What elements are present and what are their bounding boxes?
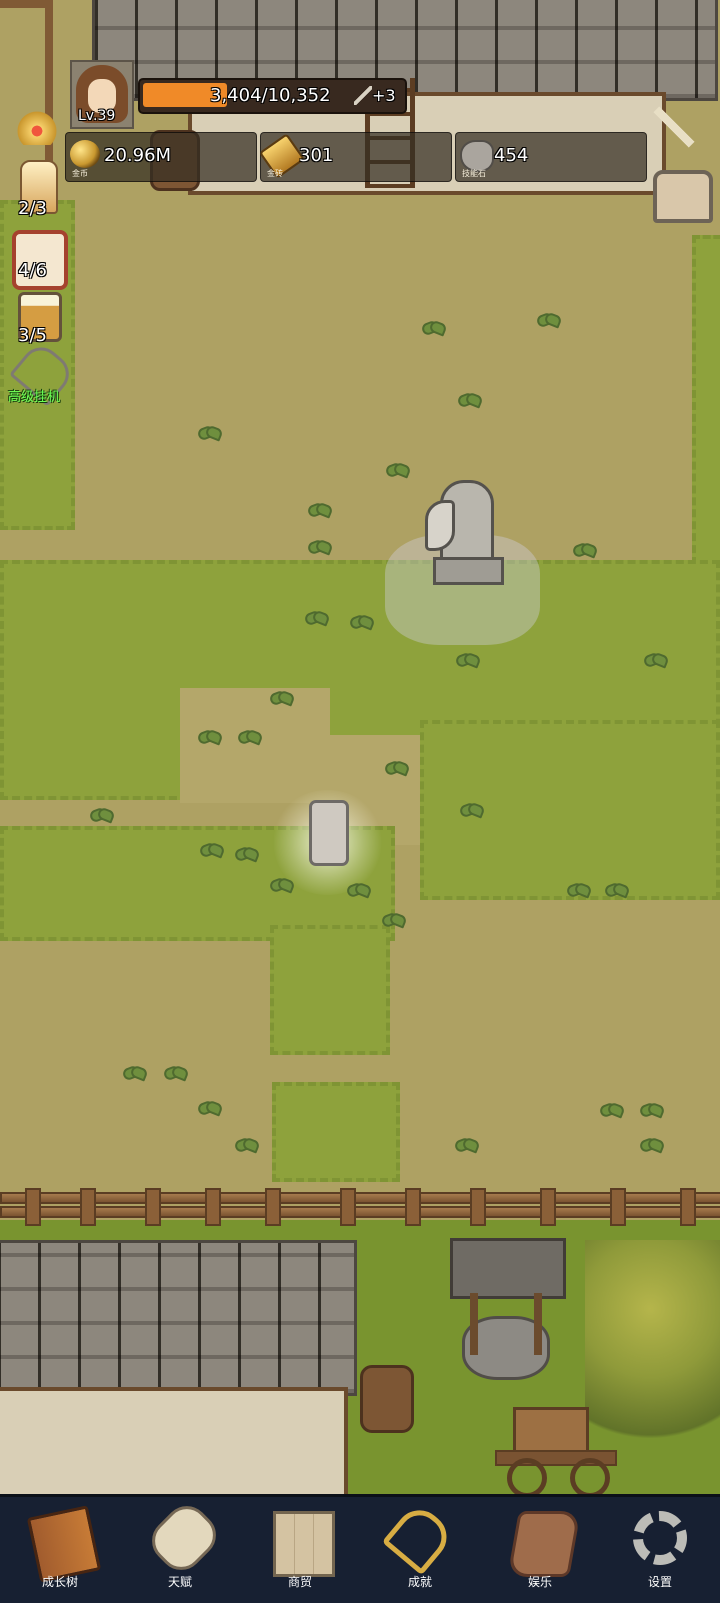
stone-well (450, 1238, 566, 1380)
dirt-path-middle (180, 688, 330, 803)
barrel-bottom-icon (360, 1365, 414, 1433)
nav-achievement[interactable]: 成就 (365, 1497, 475, 1597)
gear-icon (633, 1511, 687, 1565)
xp-text: 3,404/10,352 (210, 85, 331, 106)
gold-brick-resource[interactable]: 301 金砖 (258, 132, 452, 182)
statue-wing (425, 500, 455, 551)
grass-patch-lower (270, 925, 390, 1055)
map-icon (273, 1511, 335, 1577)
nav-settings[interactable]: 设置 (605, 1497, 715, 1597)
cloth-icon (507, 1511, 581, 1577)
nav-label-achievement: 成就 (407, 1575, 432, 1589)
nav-entertainment[interactable]: 娱乐 (485, 1497, 595, 1597)
idle-label[interactable]: 高级挂机 (8, 386, 60, 405)
nav-talent[interactable]: 天赋 (125, 1496, 235, 1597)
crown-icon[interactable] (14, 105, 60, 145)
statue-base (433, 557, 504, 585)
candle-count: 2/3 (18, 198, 47, 219)
wooden-cart (495, 1405, 617, 1494)
nav-label-entertainment: 娱乐 (527, 1575, 552, 1589)
house-wall-bottom (0, 1387, 348, 1494)
scroll-icon (142, 1496, 226, 1580)
book-icon (26, 1505, 102, 1583)
nav-growth-tree[interactable]: 成长树 (5, 1497, 115, 1597)
angel-statue[interactable] (385, 465, 540, 645)
drink-count: 3/5 (18, 325, 47, 346)
nav-label-growth-tree: 成长树 (41, 1575, 78, 1589)
grass-patch-bottom (272, 1082, 400, 1182)
skill-stone-caption: 技能石 (462, 169, 486, 178)
xp-bonus: +3 (372, 86, 396, 105)
gold-coin-caption: 金币 (72, 169, 88, 178)
tablet-face (309, 800, 349, 866)
gold-coin-icon (70, 140, 100, 168)
player-level: Lv.39 (78, 108, 116, 124)
nav-label-settings: 设置 (647, 1575, 672, 1589)
key-icon (381, 1500, 457, 1576)
treasure-chest-icon[interactable] (653, 170, 713, 223)
house-roof-bottom (0, 1240, 357, 1396)
skill-stone-resource[interactable]: 454 技能石 (455, 132, 647, 182)
gold-brick-value: 301 (299, 145, 334, 166)
gold-coin-resource[interactable]: 20.96M 金币 (65, 132, 257, 182)
game-world[interactable] (0, 0, 720, 1494)
nav-trade[interactable]: 商贸 (245, 1497, 355, 1597)
nav-label-talent: 天赋 (167, 1575, 192, 1589)
bottom-fence (0, 1188, 720, 1226)
gold-coin-value: 20.96M (104, 145, 172, 166)
bonus-feather-icon (354, 86, 372, 105)
skill-stone-value: 454 (494, 145, 529, 166)
nav-label-trade: 商贸 (287, 1575, 312, 1589)
gold-brick-caption: 金砖 (267, 169, 283, 178)
dice-count: 4/6 (18, 260, 47, 281)
xp-bar: 3,404/10,352 +3 (138, 78, 407, 114)
grass-patch-top-right (692, 235, 720, 565)
bottom-navigation: 成长树 天赋 商贸 成就 娱乐 设置 (0, 1494, 720, 1603)
